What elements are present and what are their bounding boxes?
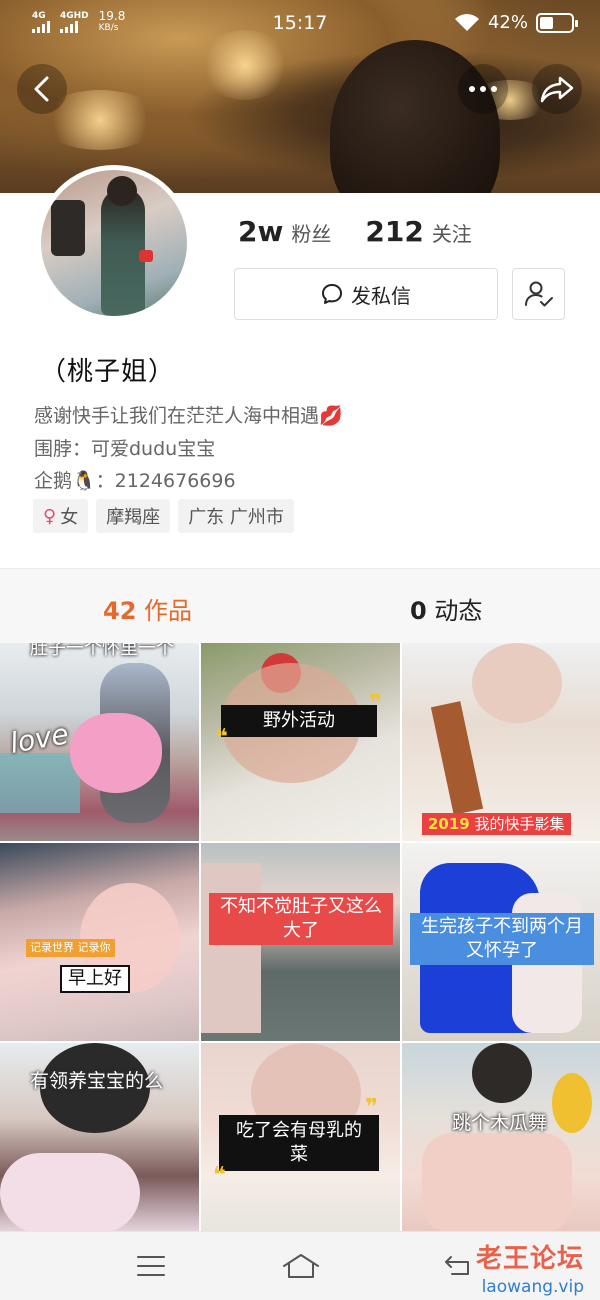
tab-moments[interactable]: 0 动态 — [410, 591, 482, 626]
zodiac-tag: 摩羯座 — [96, 499, 171, 533]
following-stat[interactable]: 212 关注 — [365, 215, 471, 248]
video-caption: 肚子一个怀里一个 — [30, 643, 174, 659]
profile-section: 2w 粉丝 212 关注 发私信 （桃子姐） 感谢快手让我们在茫茫人海中相遇💋 围脖… — [0, 165, 600, 568]
quote-mark-icon: ❝ — [213, 1163, 226, 1188]
home-icon — [283, 1254, 319, 1278]
gender-tag: ♀ 女 — [33, 499, 89, 533]
profile-stats: 2w 粉丝 212 关注 — [238, 215, 472, 248]
chevron-left-icon — [34, 76, 49, 102]
tab-works[interactable]: 42 作品 — [103, 591, 192, 626]
battery-percent: 42% — [487, 12, 528, 33]
video-caption: 吃了会有母乳的菜 — [219, 1115, 379, 1171]
video-thumbnail[interactable]: love 肚子一个怀里一个 — [0, 643, 199, 841]
quote-mark-icon: ❝ — [215, 725, 228, 750]
video-caption: 不知不觉肚子又这么大了 — [209, 893, 393, 945]
send-message-button[interactable]: 发私信 — [234, 268, 498, 320]
wifi-icon — [454, 13, 479, 31]
watermark-url: laowang.vip — [481, 1277, 584, 1297]
location-tag: 广东 广州市 — [178, 499, 294, 533]
watermark: 老王论坛 laowang.vip — [476, 1238, 584, 1297]
more-dots-icon — [469, 86, 497, 92]
video-caption: 2019 我的快手影集 — [422, 813, 571, 835]
followers-label: 粉丝 — [291, 222, 332, 246]
following-label: 关注 — [431, 222, 472, 246]
video-thumbnail[interactable]: 跳个木瓜舞 — [402, 1043, 600, 1233]
video-grid: love 肚子一个怀里一个 ❞ 野外活动 ❝ 2019 我的快手影集 记录世界 … — [0, 643, 600, 1233]
menu-button[interactable] — [136, 1254, 166, 1282]
more-button[interactable] — [458, 64, 508, 114]
avatar[interactable] — [36, 165, 192, 321]
back-button[interactable] — [17, 64, 67, 114]
video-caption: 有领养宝宝的么 — [30, 1070, 164, 1092]
user-check-icon — [524, 281, 553, 307]
video-caption: 生完孩子不到两个月又怀孕了 — [410, 913, 594, 965]
bio-line-3: 企鹅🐧：2124676696 — [34, 470, 236, 492]
following-count: 212 — [365, 215, 424, 248]
nickname: （桃子姐） — [40, 357, 176, 387]
content-tabs: 42 作品 0 动态 — [0, 568, 600, 643]
menu-icon — [137, 1256, 165, 1276]
profile-tags: ♀ 女 摩羯座 广东 广州市 — [33, 499, 294, 533]
video-thumbnail[interactable]: ❞ 野外活动 ❝ — [201, 643, 400, 841]
system-back-button[interactable] — [440, 1254, 474, 1282]
chat-bubble-icon — [322, 284, 342, 304]
video-thumbnail[interactable]: 记录世界 记录你 早上好 — [0, 843, 199, 1041]
followers-stat[interactable]: 2w 粉丝 — [238, 215, 331, 248]
share-button[interactable] — [532, 64, 582, 114]
video-caption: 野外活动 — [221, 705, 377, 737]
bio-line-2: 围脖：可爱dudu宝宝 — [34, 438, 216, 460]
share-arrow-icon — [540, 76, 574, 103]
video-thumbnail[interactable]: 不知不觉肚子又这么大了 — [201, 843, 400, 1041]
love-sticker: love — [7, 717, 72, 760]
status-bar: 4G 4GHD 19.8 KB/s 15:17 42% — [0, 0, 600, 46]
video-thumbnail[interactable]: ❞ 吃了会有母乳的菜 ❝ — [201, 1043, 400, 1233]
watermark-title: 老王论坛 — [475, 1244, 584, 1274]
home-button[interactable] — [282, 1252, 320, 1284]
female-icon: ♀ — [43, 505, 57, 527]
video-caption: 跳个木瓜舞 — [452, 1112, 548, 1134]
followed-user-button[interactable] — [512, 268, 565, 320]
video-caption: 早上好 — [60, 965, 130, 993]
video-thumbnail[interactable]: 生完孩子不到两个月又怀孕了 — [402, 843, 600, 1041]
video-thumbnail[interactable]: 2019 我的快手影集 — [402, 643, 600, 841]
video-badge: 记录世界 记录你 — [26, 939, 115, 957]
followers-count: 2w — [238, 215, 284, 248]
battery-icon — [536, 12, 578, 33]
back-icon — [445, 1256, 469, 1275]
send-message-label: 发私信 — [351, 283, 411, 308]
video-thumbnail[interactable]: 有领养宝宝的么 — [0, 1043, 199, 1233]
bio-line-1: 感谢快手让我们在茫茫人海中相遇💋 — [34, 405, 343, 427]
